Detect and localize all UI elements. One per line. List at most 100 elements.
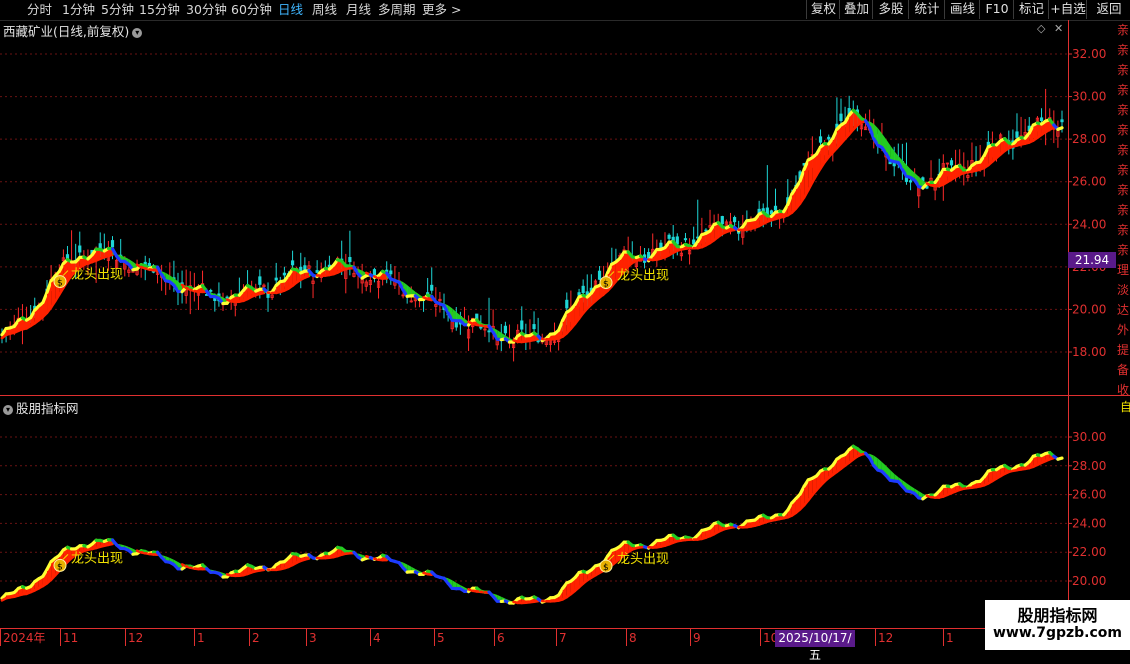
indicator-dropdown-icon[interactable]: ▾ bbox=[3, 405, 13, 415]
candle-body bbox=[79, 246, 81, 252]
y-tick-label: 18.00 bbox=[1072, 345, 1106, 359]
candle-body bbox=[684, 239, 686, 240]
candle-body bbox=[774, 206, 776, 210]
strip-char: 亲 bbox=[1116, 40, 1130, 60]
indicator-right-char: 自 bbox=[1120, 398, 1130, 415]
candle-body bbox=[111, 240, 113, 246]
x-tick-label: 2024年 bbox=[3, 631, 46, 645]
candle-body bbox=[692, 240, 694, 244]
money-bag-icon-glyph: $ bbox=[603, 280, 609, 290]
candle-body bbox=[950, 161, 952, 165]
main-pane-title-text: 西藏矿业(日线,前复权) bbox=[3, 24, 129, 39]
x-tick-label: 1 bbox=[197, 631, 205, 645]
candle-body bbox=[733, 217, 735, 221]
strip-char: 理 bbox=[1116, 260, 1130, 280]
right-side-strip: 亲亲亲亲亲亲亲亲亲亲亲亲理淡达外提备收 bbox=[1116, 20, 1130, 395]
candle-body bbox=[148, 263, 150, 265]
x-tick-label: 7 bbox=[559, 631, 567, 645]
title-dropdown-icon[interactable]: ▾ bbox=[132, 28, 142, 38]
x-tick-label: 4 bbox=[373, 631, 381, 645]
candle-body bbox=[316, 271, 318, 273]
x-tick-label: 2 bbox=[252, 631, 260, 645]
indicator-pane-title-text: 股朋指标网 bbox=[16, 401, 79, 416]
watermark-title: 股朋指标网 bbox=[985, 602, 1130, 626]
candle-body bbox=[275, 278, 277, 280]
candle-body bbox=[582, 286, 584, 292]
candle-body bbox=[431, 285, 433, 290]
money-bag-icon-glyph: $ bbox=[57, 279, 63, 289]
watermark-box: 股朋指标网 www.7gpzb.com bbox=[985, 600, 1130, 650]
candle-body bbox=[480, 327, 482, 328]
candle-body bbox=[566, 300, 568, 308]
candle-body bbox=[488, 331, 490, 332]
signal-label: 龙头出现 bbox=[617, 552, 669, 567]
strip-char: 亲 bbox=[1116, 20, 1130, 40]
strip-char: 亲 bbox=[1116, 120, 1130, 140]
y-tick-label: 32.00 bbox=[1072, 47, 1106, 61]
strip-char: 外 bbox=[1116, 320, 1130, 340]
x-tick-label: 3 bbox=[309, 631, 317, 645]
candle-body bbox=[705, 230, 707, 231]
candle-body bbox=[349, 257, 351, 261]
candle-body bbox=[909, 181, 911, 182]
indicator-ribbon bbox=[2, 446, 1062, 603]
candle-body bbox=[259, 277, 261, 285]
candle-body bbox=[819, 137, 821, 143]
candle-body bbox=[721, 216, 723, 223]
signal-label: 龙头出现 bbox=[71, 551, 123, 566]
strip-char: 备 bbox=[1116, 360, 1130, 380]
strip-char: 提 bbox=[1116, 340, 1130, 360]
candle-body bbox=[533, 324, 535, 328]
indicator-axis: 20.0022.0024.0026.0028.0030.00 bbox=[1068, 430, 1106, 588]
candle-body bbox=[1016, 132, 1018, 138]
strip-char: 亲 bbox=[1116, 220, 1130, 240]
candle-body bbox=[504, 326, 506, 333]
x-tick-label: 11 bbox=[63, 631, 78, 645]
y-tick-label: 26.00 bbox=[1072, 175, 1106, 189]
candle-body bbox=[1040, 118, 1042, 121]
x-tick-label: 12 bbox=[128, 631, 143, 645]
y-tick-label: 22.00 bbox=[1072, 545, 1106, 559]
chart-canvas[interactable]: 18.0020.0022.0024.0026.0028.0030.0032.00… bbox=[0, 0, 1130, 650]
cursor-date-label: 2025/10/17/五 bbox=[775, 630, 855, 647]
strip-char: 亲 bbox=[1116, 140, 1130, 160]
x-tick-label: 6 bbox=[497, 631, 505, 645]
x-tick-label: 12 bbox=[878, 631, 893, 645]
strip-char: 收 bbox=[1116, 380, 1130, 395]
x-tick-label: 1 bbox=[946, 631, 954, 645]
strip-char: 亲 bbox=[1116, 60, 1130, 80]
close-icon[interactable]: ✕ bbox=[1054, 22, 1063, 35]
y-tick-label: 30.00 bbox=[1072, 90, 1106, 104]
candle-body bbox=[840, 114, 842, 121]
main-pane-title[interactable]: 西藏矿业(日线,前复权)▾ bbox=[3, 21, 142, 40]
x-tick-label: 8 bbox=[629, 631, 637, 645]
y-tick-label: 30.00 bbox=[1072, 430, 1106, 444]
candle-body bbox=[578, 293, 580, 296]
current-price-label: 21.94 bbox=[1068, 252, 1116, 268]
diamond-icon[interactable]: ◇ bbox=[1037, 22, 1045, 35]
y-tick-label: 24.00 bbox=[1072, 217, 1106, 231]
candle-body bbox=[668, 235, 670, 238]
strip-char: 亲 bbox=[1116, 240, 1130, 260]
candle-body bbox=[390, 271, 392, 274]
strip-char: 亲 bbox=[1116, 80, 1130, 100]
y-tick-label: 26.00 bbox=[1072, 488, 1106, 502]
money-bag-icon-glyph: $ bbox=[603, 563, 609, 573]
money-bag-icon-glyph: $ bbox=[57, 562, 63, 572]
signal-label: 龙头出现 bbox=[617, 269, 669, 284]
y-tick-label: 24.00 bbox=[1072, 516, 1106, 530]
main-ribbon bbox=[2, 110, 1062, 342]
candle-body bbox=[283, 273, 285, 275]
strip-char: 亲 bbox=[1116, 180, 1130, 200]
candle-body bbox=[598, 271, 600, 279]
x-tick-label: 5 bbox=[437, 631, 445, 645]
main-price-axis: 18.0020.0022.0024.0026.0028.0030.0032.00 bbox=[1068, 47, 1106, 359]
strip-char: 亲 bbox=[1116, 100, 1130, 120]
candle-body bbox=[521, 321, 523, 329]
candle-body bbox=[291, 261, 293, 265]
candlesticks bbox=[1, 89, 1063, 361]
x-tick-label: 9 bbox=[693, 631, 701, 645]
strip-char: 淡 bbox=[1116, 280, 1130, 300]
strip-char: 亲 bbox=[1116, 200, 1130, 220]
indicator-pane-title[interactable]: ▾股朋指标网 bbox=[3, 398, 79, 417]
